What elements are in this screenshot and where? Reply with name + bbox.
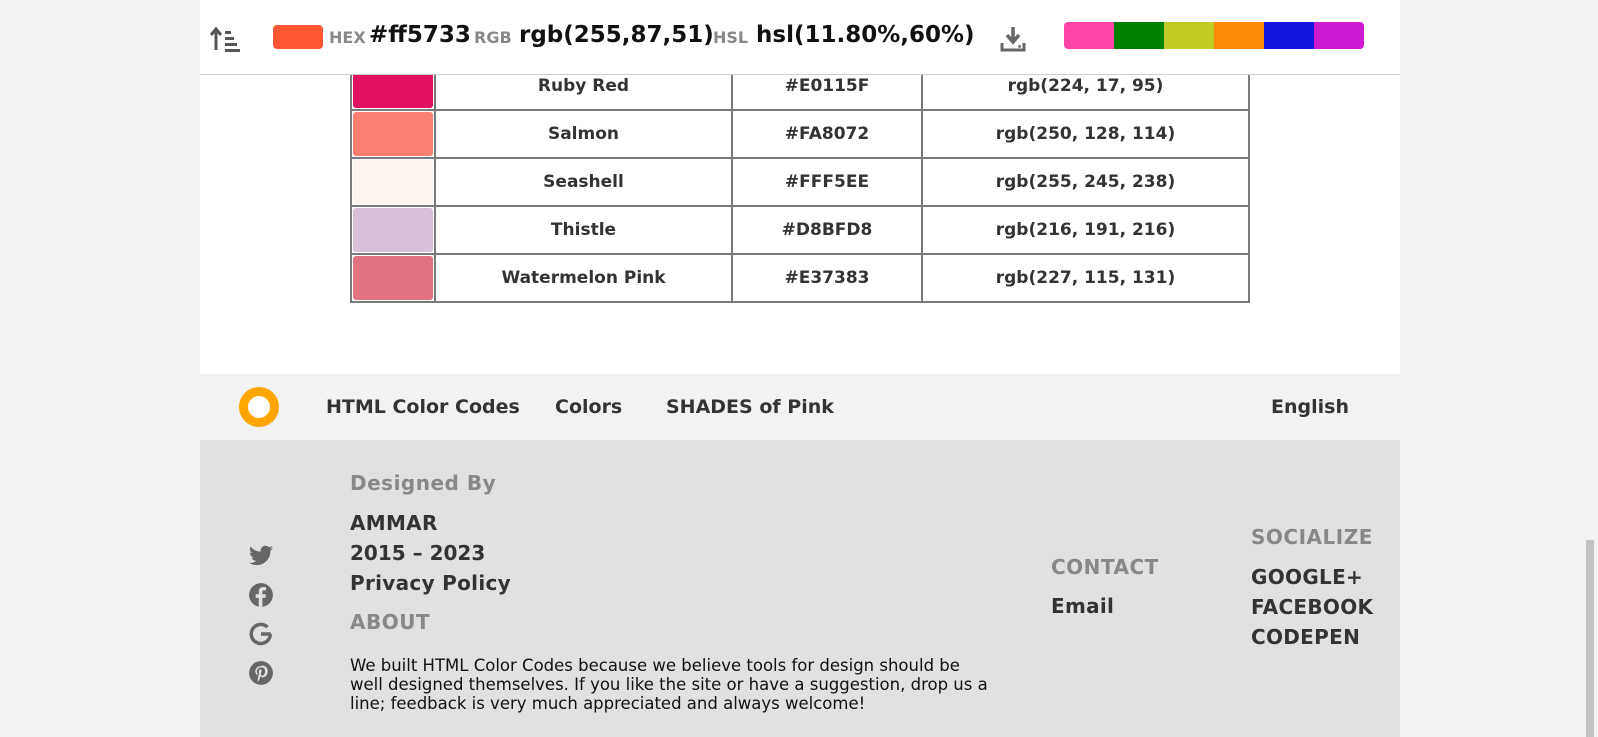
color-name: Seashell xyxy=(434,157,733,207)
footer: Designed By AMMAR 2015 – 2023 Privacy Po… xyxy=(200,440,1400,737)
color-swatch-cell xyxy=(350,157,436,207)
table-row: Thistle #D8BFD8 rgb(216, 191, 216) xyxy=(350,205,1250,255)
color-toolbar: HEX #ff5733 RGB rgb(255,87,51) HSL hsl(1… xyxy=(200,0,1400,75)
socialize-codepen-link[interactable]: CODEPEN xyxy=(1251,625,1360,649)
google-icon[interactable] xyxy=(248,621,274,647)
socialize-heading: SOCIALIZE xyxy=(1251,525,1373,549)
nav-link-html-color-codes[interactable]: HTML Color Codes xyxy=(326,396,520,418)
table-row: Salmon #FA8072 rgb(250, 128, 114) xyxy=(350,109,1250,159)
privacy-policy-link[interactable]: Privacy Policy xyxy=(350,571,511,595)
color-swatch-cell xyxy=(350,253,436,303)
rgb-value[interactable]: rgb(255,87,51) xyxy=(519,22,714,48)
table-row: Watermelon Pink #E37383 rgb(227, 115, 131) xyxy=(350,253,1250,303)
palette-swatch[interactable] xyxy=(1314,22,1364,49)
socialize-facebook-link[interactable]: FACEBOOK xyxy=(1251,595,1373,619)
color-name: Salmon xyxy=(434,109,733,159)
designer-link[interactable]: AMMAR xyxy=(350,511,438,535)
hsl-value[interactable]: hsl(11.80%,60%) xyxy=(756,22,975,48)
color-rgb: rgb(250, 128, 114) xyxy=(921,109,1250,159)
socialize-google-plus-link[interactable]: GOOGLE+ xyxy=(1251,565,1363,589)
sort-ascending-icon[interactable] xyxy=(208,24,242,54)
email-link[interactable]: Email xyxy=(1051,594,1114,618)
footer-nav: HTML Color Codes Colors SHADES of Pink E… xyxy=(200,374,1400,440)
color-table: Ruby Red #E0115F rgb(224, 17, 95) Salmon #FA… xyxy=(350,61,1250,303)
color-swatch[interactable] xyxy=(353,160,433,204)
color-rgb: rgb(227, 115, 131) xyxy=(921,253,1250,303)
current-color-swatch[interactable] xyxy=(273,25,323,49)
copyright-years: 2015 – 2023 xyxy=(350,541,486,565)
table-row: Seashell #FFF5EE rgb(255, 245, 238) xyxy=(350,157,1250,207)
color-hex: #FA8072 xyxy=(731,109,923,159)
color-hex: #E37383 xyxy=(731,253,923,303)
color-palette xyxy=(1064,22,1364,49)
color-swatch-cell xyxy=(350,205,436,255)
palette-swatch[interactable] xyxy=(1114,22,1164,49)
facebook-icon[interactable] xyxy=(248,582,274,608)
hsl-label: HSL xyxy=(713,28,749,47)
color-swatch-cell xyxy=(350,109,436,159)
language-selector[interactable]: English xyxy=(1271,396,1349,418)
color-name: Thistle xyxy=(434,205,733,255)
palette-swatch[interactable] xyxy=(1214,22,1264,49)
color-hex: #FFF5EE xyxy=(731,157,923,207)
color-swatch[interactable] xyxy=(353,256,433,300)
nav-link-colors[interactable]: Colors xyxy=(555,396,622,418)
hex-value[interactable]: #ff5733 xyxy=(369,22,471,48)
pinterest-icon[interactable] xyxy=(248,660,274,686)
download-icon[interactable] xyxy=(998,24,1028,54)
ring-logo-icon[interactable] xyxy=(239,387,279,427)
color-swatch[interactable] xyxy=(353,112,433,156)
color-name: Watermelon Pink xyxy=(434,253,733,303)
rgb-label: RGB xyxy=(474,28,512,47)
palette-swatch[interactable] xyxy=(1164,22,1214,49)
scrollbar-thumb[interactable] xyxy=(1586,540,1594,737)
about-text: We built HTML Color Codes because we bel… xyxy=(350,656,988,713)
about-heading: ABOUT xyxy=(350,610,431,634)
color-swatch[interactable] xyxy=(353,208,433,252)
scrollbar[interactable] xyxy=(1582,0,1598,737)
hex-label: HEX xyxy=(329,28,366,47)
color-rgb: rgb(255, 245, 238) xyxy=(921,157,1250,207)
color-rgb: rgb(216, 191, 216) xyxy=(921,205,1250,255)
designed-by-heading: Designed By xyxy=(350,471,497,495)
palette-swatch[interactable] xyxy=(1064,22,1114,49)
nav-link-shades-of-pink[interactable]: SHADES of Pink xyxy=(666,396,834,418)
palette-swatch[interactable] xyxy=(1264,22,1314,49)
contact-heading: CONTACT xyxy=(1051,555,1159,579)
twitter-icon[interactable] xyxy=(248,543,274,569)
color-hex: #D8BFD8 xyxy=(731,205,923,255)
